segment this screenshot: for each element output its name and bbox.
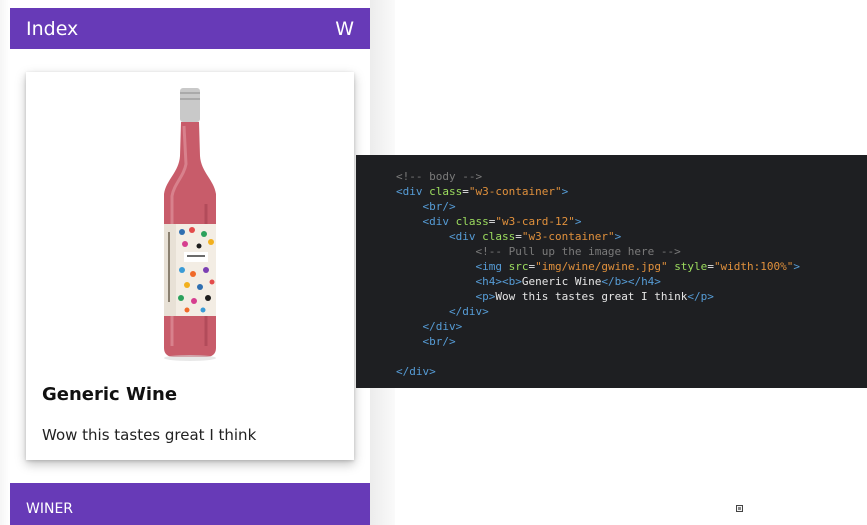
- mobile-app-preview: Index W Generic Wine Wow this tastes gre…: [0, 0, 395, 525]
- code-token: <br/>: [422, 200, 456, 213]
- code-token: </div>: [422, 320, 463, 333]
- top-app-bar: Index W: [10, 8, 370, 49]
- code-line: <img src="img/wine/gwine.jpg" style="wid…: [396, 259, 800, 274]
- code-token: <!-- Pull up the image here -->: [475, 245, 681, 258]
- code-token: =: [462, 185, 469, 198]
- code-line: <p>Wow this tastes great I think</p>: [396, 289, 800, 304]
- code-token: <div: [396, 185, 430, 198]
- code-token: >: [793, 260, 801, 273]
- code-token: "width:100%": [713, 260, 794, 273]
- code-token: >: [561, 185, 569, 198]
- code-line: <!-- Pull up the image here -->: [396, 244, 800, 259]
- card-title: Generic Wine: [42, 384, 178, 405]
- code-token: </div>: [396, 365, 436, 378]
- code-token: <div: [422, 215, 456, 228]
- code-token: "w3-container": [468, 185, 562, 198]
- code-editor-panel: <!-- body --> <div class="w3-container"> …: [356, 155, 867, 388]
- code-token: <br/>: [422, 335, 456, 348]
- code-token: class: [429, 185, 463, 198]
- code-token: class: [455, 215, 489, 228]
- code-token: </b></h4>: [601, 275, 661, 288]
- page-title: Index: [26, 18, 79, 40]
- code-line: <br/>: [396, 334, 800, 349]
- code-line: <br/>: [396, 199, 800, 214]
- code-token: <h4><b>: [475, 275, 522, 288]
- code-line: <!-- body -->: [396, 169, 800, 184]
- code-token: "w3-container": [521, 230, 615, 243]
- code-line: </div>: [396, 319, 800, 334]
- code-line: <div class="w3-container">: [396, 184, 800, 199]
- code-block[interactable]: <!-- body --> <div class="w3-container"> …: [396, 169, 800, 379]
- code-line: </div>: [396, 304, 800, 319]
- wine-card[interactable]: Generic Wine Wow this tastes great I thi…: [26, 72, 354, 460]
- code-token: >: [614, 230, 622, 243]
- code-token: <!-- body -->: [396, 170, 483, 183]
- code-token: <p>: [475, 290, 496, 303]
- code-token: Generic Wine: [521, 275, 602, 288]
- resize-handle-icon[interactable]: [736, 505, 743, 512]
- screen: Index W Generic Wine Wow this tastes gre…: [0, 0, 867, 525]
- code-token: </p>: [687, 290, 714, 303]
- code-token: =: [515, 230, 522, 243]
- code-token: <div: [448, 230, 483, 243]
- code-line: <h4><b>Generic Wine</b></h4>: [396, 274, 800, 289]
- footer-label: WINER: [26, 501, 74, 517]
- code-token: >: [574, 215, 582, 228]
- wine-bottle-image: [164, 88, 216, 361]
- code-token: <img: [475, 260, 509, 273]
- code-line: <div class="w3-card-12">: [396, 214, 800, 229]
- code-token: style: [674, 260, 708, 273]
- code-line: <div class="w3-container">: [396, 229, 800, 244]
- code-token: =: [707, 260, 714, 273]
- code-token: "w3-card-12": [495, 215, 575, 228]
- code-token: src: [508, 260, 529, 273]
- code-line: </div>: [396, 364, 800, 379]
- code-token: Wow this tastes great I think: [495, 290, 688, 303]
- card-description: Wow this tastes great I think: [42, 426, 257, 444]
- app-bar-action-button[interactable]: W: [335, 18, 354, 40]
- code-token: "img/wine/gwine.jpg": [535, 260, 668, 273]
- preview-left-edge: [0, 0, 10, 525]
- code-token: </div>: [448, 305, 489, 318]
- code-token: class: [482, 230, 516, 243]
- app-window: Index W Generic Wine Wow this tastes gre…: [10, 8, 370, 525]
- bottom-bar: WINER: [10, 483, 370, 525]
